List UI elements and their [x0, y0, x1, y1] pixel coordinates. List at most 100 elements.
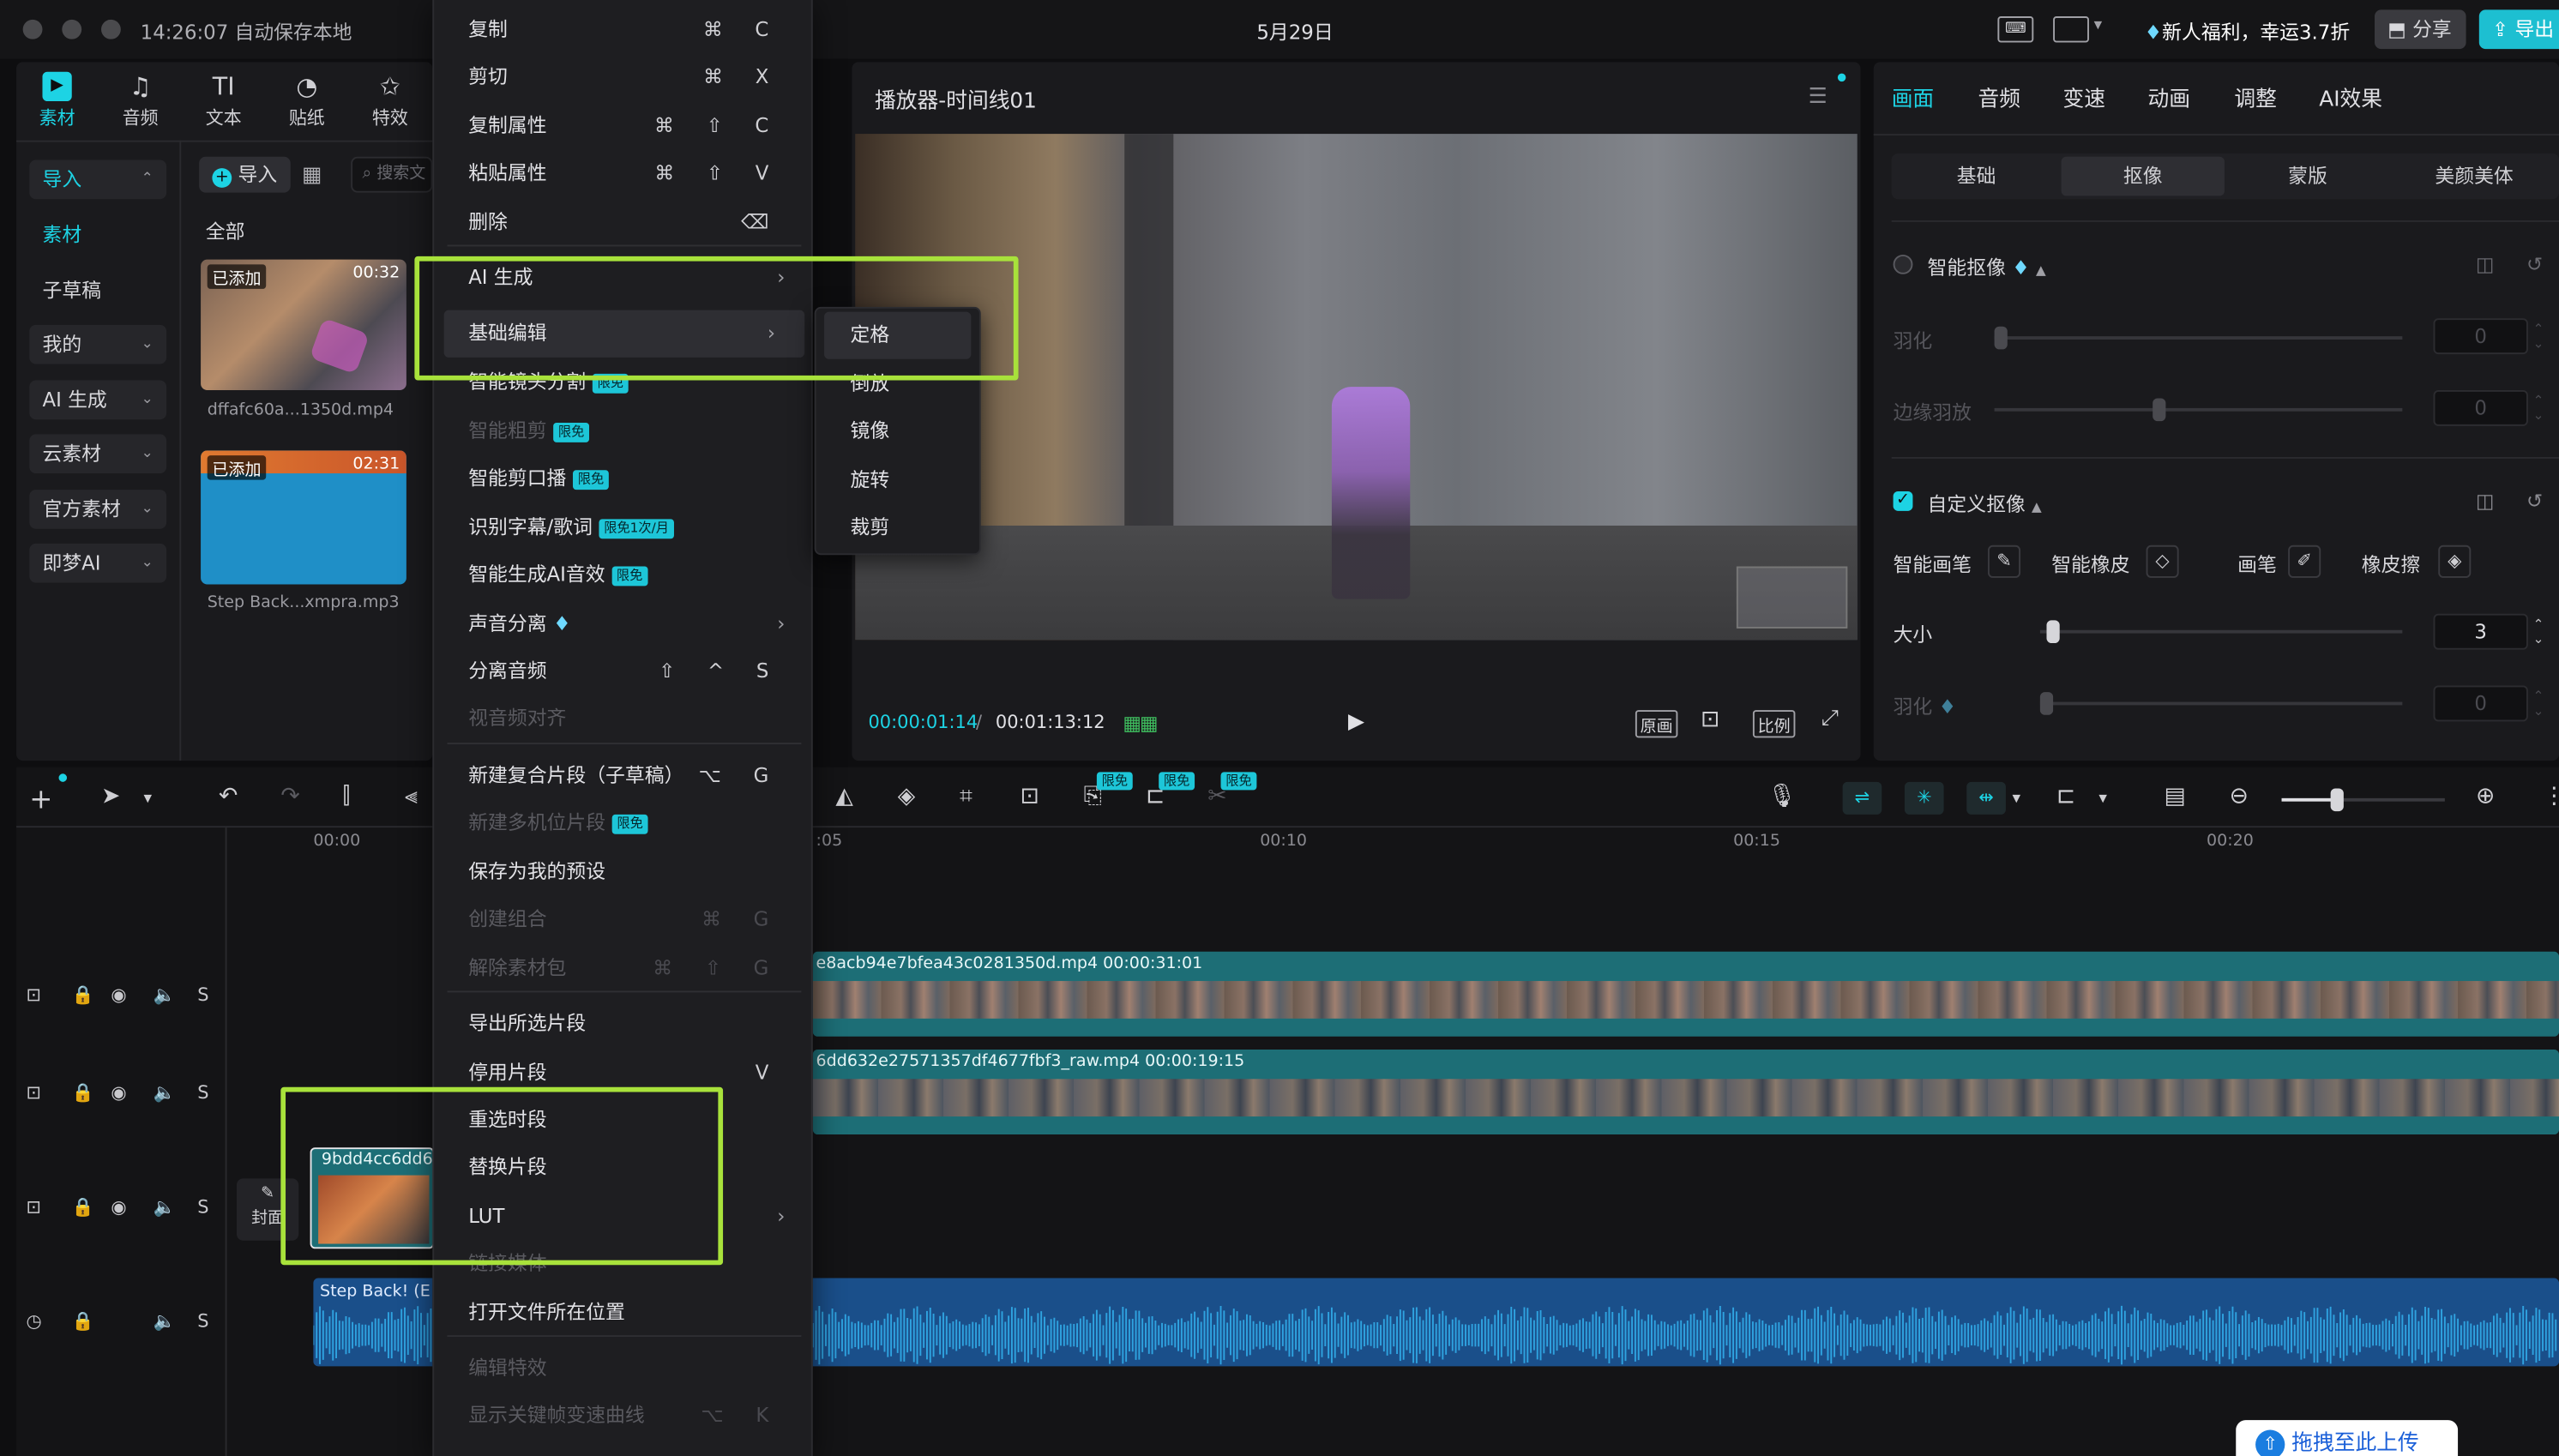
preview-axis-icon[interactable]: ⊏: [2056, 784, 2075, 809]
solo-icon[interactable]: S: [197, 1082, 208, 1104]
redo-icon[interactable]: ↷: [280, 784, 299, 809]
audio-meter-icon[interactable]: ▦▦: [1123, 712, 1158, 735]
submenu-item[interactable]: 裁剪: [816, 504, 979, 551]
lock-icon[interactable]: 🔒: [72, 984, 94, 1006]
segment-basic[interactable]: 基础: [1894, 157, 2057, 196]
upload-drop-zone[interactable]: ⇧ 拖拽至此上传: [2236, 1420, 2459, 1456]
import-button[interactable]: + 导入: [199, 156, 291, 193]
sidebar-item-jimeng[interactable]: 即梦AI ⌄: [29, 543, 167, 583]
menu-item[interactable]: 剪切 ⌘ X: [434, 54, 814, 101]
menu-item[interactable]: 粘贴属性 ⌘ ⇧ V: [434, 150, 814, 197]
link-toggle-icon[interactable]: ⇌: [1842, 781, 1882, 815]
video-clip-1[interactable]: e8acb94e7bfea43c0281350d.mp4 00:00:31:01: [812, 951, 2559, 1037]
track-visibility-icon[interactable]: ⊡: [26, 1196, 41, 1218]
tool-text[interactable]: TI 文本: [186, 69, 262, 130]
keyboard-icon[interactable]: ⌨: [1997, 16, 2034, 43]
share-button[interactable]: ⬒ 分享: [2375, 9, 2466, 50]
sidebar-item-import[interactable]: 导入 ⌃: [29, 159, 167, 200]
smart-eraser-icon[interactable]: ◇: [2146, 544, 2179, 578]
custom-cutout-checkbox[interactable]: ✓: [1893, 490, 1913, 511]
feather-slider[interactable]: [1994, 326, 2403, 350]
video-clip-2[interactable]: 6dd632e27571357df4677fbf3_raw.mp4 00:00:…: [812, 1050, 2559, 1135]
reset-icon[interactable]: ↺: [2526, 253, 2543, 276]
stepper-icon[interactable]: ⌃ ⌄: [2533, 617, 2544, 647]
eye-icon[interactable]: ◉: [111, 1082, 126, 1104]
media-thumb-video[interactable]: 已添加 00:32: [201, 259, 406, 390]
menu-item[interactable]: 新建多机位片段 限免: [434, 800, 814, 847]
tab-ai-effects[interactable]: AI效果: [2319, 81, 2382, 113]
slider-knob[interactable]: [2331, 788, 2345, 812]
crop-icon[interactable]: ⌗: [960, 784, 972, 809]
media-thumb-audio[interactable]: 已添加 02:31: [201, 450, 406, 585]
play-icon[interactable]: ▶: [1348, 710, 1364, 735]
feather-value[interactable]: 0: [2433, 318, 2528, 355]
frame-icon[interactable]: ⊡: [1020, 784, 1039, 809]
menu-item[interactable]: 打开文件所在位置: [434, 1290, 814, 1337]
filter-all[interactable]: 全部: [206, 217, 245, 244]
solo-icon[interactable]: S: [197, 1196, 208, 1218]
snap-toggle-icon[interactable]: ✳: [1904, 781, 1944, 815]
slider-knob[interactable]: [2046, 620, 2061, 644]
export-button[interactable]: ⇪ 导出: [2478, 9, 2559, 50]
solo-icon[interactable]: S: [197, 1311, 208, 1333]
layout-icon[interactable]: [2053, 16, 2089, 43]
chevron-down-icon[interactable]: ▾: [2013, 790, 2021, 808]
window-zoom-button[interactable]: [100, 19, 121, 39]
sidebar-item-cloud[interactable]: 云素材 ⌄: [29, 434, 167, 474]
zoom-out-icon[interactable]: ⊖: [2230, 784, 2249, 809]
lock-icon[interactable]: 🔒: [72, 1082, 94, 1104]
solo-icon[interactable]: S: [197, 984, 208, 1006]
stepper-icon[interactable]: ⌃ ⌄: [2533, 689, 2544, 718]
menu-item[interactable]: 编辑特效: [434, 1345, 814, 1393]
segment-cutout[interactable]: 抠像: [2061, 156, 2225, 196]
menu-item[interactable]: 智能生成AI音效 限免: [434, 551, 814, 599]
smart-cutout-checkbox[interactable]: [1893, 254, 1913, 274]
more-icon[interactable]: ⋮: [2543, 784, 2559, 809]
menu-item[interactable]: 分离音频 ⇧ ^ S: [434, 648, 814, 695]
sidebar-item-subdraft[interactable]: 子草稿: [29, 271, 166, 310]
zoom-in-icon[interactable]: ⊕: [2476, 784, 2495, 809]
brush-icon[interactable]: ✐: [2288, 544, 2321, 578]
menu-item[interactable]: 智能粗剪 限免: [434, 408, 814, 455]
tab-speed[interactable]: 变速: [2063, 81, 2106, 113]
volume-icon[interactable]: 🔈: [154, 1196, 176, 1218]
slider-knob[interactable]: [2039, 692, 2054, 715]
chevron-down-icon[interactable]: ▾: [2098, 790, 2107, 808]
sidebar-item-official[interactable]: 官方素材 ⌄: [29, 490, 167, 529]
zoom-slider[interactable]: [2281, 788, 2445, 812]
window-minimize-button[interactable]: [62, 19, 82, 39]
submenu-item[interactable]: 镜像: [816, 408, 979, 455]
menu-item[interactable]: 导出所选片段: [434, 1001, 814, 1048]
tool-sticker[interactable]: ◔ 贴纸: [269, 69, 345, 130]
video-preview[interactable]: [855, 134, 1858, 641]
mirror-icon[interactable]: ◭: [835, 784, 853, 809]
edge-slider[interactable]: [1994, 398, 2403, 422]
tab-adjust[interactable]: 调整: [2234, 81, 2277, 113]
stepper-icon[interactable]: ⌃ ⌄: [2533, 322, 2544, 351]
eye-icon[interactable]: ◉: [111, 1196, 126, 1218]
slider-knob[interactable]: [1994, 326, 2008, 350]
submenu-item[interactable]: 旋转: [816, 457, 979, 504]
eye-icon[interactable]: ◉: [111, 984, 126, 1006]
volume-icon[interactable]: 🔈: [154, 984, 176, 1006]
ripple-toggle-icon[interactable]: ⇹: [1966, 781, 2006, 815]
menu-item[interactable]: 智能剪口播 限免: [434, 455, 814, 502]
edge-value[interactable]: 0: [2433, 389, 2528, 426]
custom-feather-value[interactable]: 0: [2433, 685, 2528, 722]
promo-banner[interactable]: ♦新人福利，幸运3.7折: [2145, 18, 2351, 45]
segment-mask[interactable]: 蒙版: [2226, 157, 2389, 196]
keyframe-icon[interactable]: ◫: [2476, 490, 2495, 513]
custom-feather-slider[interactable]: [2039, 692, 2403, 715]
keyframe-icon[interactable]: ◫: [2476, 253, 2495, 276]
select-tool-icon[interactable]: ➤: [101, 784, 120, 809]
menu-icon[interactable]: ☰: [1809, 85, 1827, 110]
rotate-icon[interactable]: ◈: [898, 784, 916, 809]
audio-track-icon[interactable]: ◷: [26, 1311, 41, 1333]
menu-item[interactable]: 新建复合片段（子草稿） ⌥ G: [434, 753, 814, 800]
track-visibility-icon[interactable]: ⊡: [26, 984, 41, 1006]
menu-item[interactable]: 声音分离 ♦ ›: [434, 601, 814, 648]
menu-item[interactable]: 视音频对齐: [434, 695, 814, 743]
segment-beauty[interactable]: 美颜美体: [2393, 157, 2556, 196]
lock-icon[interactable]: 🔒: [72, 1196, 94, 1218]
tool-audio[interactable]: ♫ 音频: [103, 69, 178, 130]
